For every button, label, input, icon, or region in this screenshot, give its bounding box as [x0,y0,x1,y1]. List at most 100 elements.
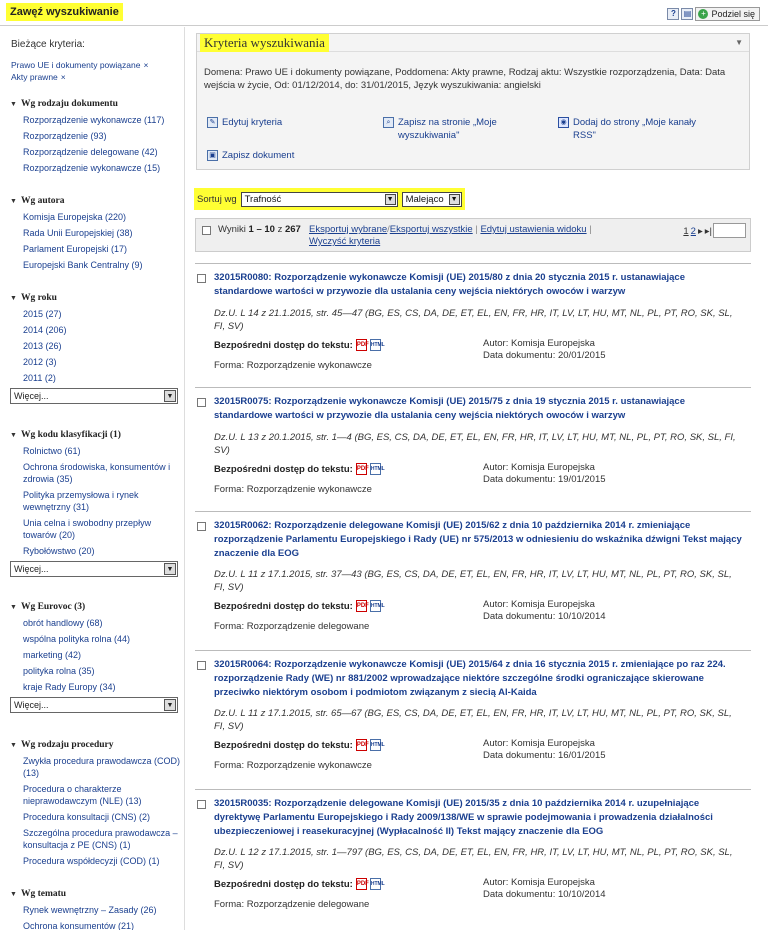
result-date: Data dokumentu: 19/01/2015 [483,474,606,485]
facet-item[interactable]: Rybołówstwo (20) [10,545,182,557]
facet-item[interactable]: marketing (42) [10,649,182,661]
direct-access: Bezpośredni dostęp do tekstu: PDF HTML [214,739,385,751]
page-link[interactable]: 2 [691,226,696,237]
facet-item[interactable]: Procedura konsultacji (CNS) (2) [10,811,182,823]
result-form: Forma: Rozporządzenie wykonawcze [214,484,372,495]
triangle-down-icon: ▼ [10,100,17,108]
facet-item[interactable]: Rolnictwo (61) [10,445,182,457]
remove-icon[interactable]: × [61,72,66,82]
facet-item[interactable]: Ochrona konsumentów (21) [10,920,182,930]
facet-header[interactable]: ▼ Wg rodzaju dokumentu [10,99,182,109]
triangle-down-icon: ▼ [10,431,17,439]
direct-access: Bezpośredni dostęp do tekstu: PDF HTML [214,600,385,612]
save-icon: ▣ [207,150,218,161]
result-title-link[interactable]: 32015R0035: Rozporządzenie delegowane Ko… [214,797,744,839]
facet-item[interactable]: Szczególna procedura prawodawcza – konsu… [10,827,182,851]
facet-item[interactable]: obrót handlowy (68) [10,617,182,629]
result-date: Data dokumentu: 10/10/2014 [483,611,606,622]
more-select[interactable]: Więcej... ▼ [10,697,178,713]
edit-criteria-link[interactable]: ✎ Edytuj kryteria [207,116,282,129]
result-checkbox[interactable] [197,398,206,407]
facet-item[interactable]: Rada Unii Europejskiej (38) [10,227,182,239]
facet-item[interactable]: 2014 (206) [10,324,182,336]
pdf-icon[interactable]: PDF [355,878,369,890]
pdf-icon[interactable]: PDF [355,739,369,751]
current-criterion-domain[interactable]: Prawo UE i dokumenty powiązane [11,60,140,70]
page-number-input[interactable] [713,223,746,238]
pdf-icon[interactable]: PDF [355,463,369,475]
facet-item[interactable]: Komisja Europejska (220) [10,211,182,223]
add-rss-link[interactable]: ◉ Dodaj do strony „Moje kanały RSS" [558,116,718,142]
facet-item[interactable]: Procedura o charakterze nieprawodawczym … [10,783,182,807]
more-select[interactable]: Więcej... ▼ [10,561,178,577]
facet-header[interactable]: ▼ Wg tematu [10,889,182,899]
select-all-checkbox[interactable] [202,226,211,235]
edit-view-settings-link[interactable]: Edytuj ustawienia widoku [480,224,586,235]
facet-item[interactable]: Polityka przemysłowa i rynek wewnętrzny … [10,489,182,513]
facet-item[interactable]: Rozporządzenie (93) [10,130,182,142]
result-checkbox[interactable] [197,274,206,283]
result-checkbox[interactable] [197,661,206,670]
facet-item[interactable]: 2012 (3) [10,356,182,368]
print-icon[interactable]: ▤ [681,8,694,20]
pdf-icon[interactable]: PDF [355,339,369,351]
html-icon[interactable]: HTML [369,463,385,475]
result-meta: Autor: Komisja Europejska Data dokumentu… [483,462,606,486]
help-icon[interactable]: ? [667,8,680,20]
facet-item[interactable]: Rozporządzenie wykonawcze (15) [10,162,182,174]
facet-item[interactable]: Ochrona środowiska, konsumentów i zdrowi… [10,461,182,485]
results-toolbar: Wyniki 1 – 10 z 267 Eksportuj wybrane/Ek… [195,218,751,252]
result-title-link[interactable]: 32015R0075: Rozporządzenie wykonawcze Ko… [214,395,744,423]
save-search-link[interactable]: ⌕ Zapisz na stronie „Moje wyszukiwania" [383,116,523,142]
pdf-icon[interactable]: PDF [355,600,369,612]
result-checkbox[interactable] [197,800,206,809]
result-title-link[interactable]: 32015R0062: Rozporządzenie delegowane Ko… [214,519,744,561]
facet-item[interactable]: wspólna polityka rolna (44) [10,633,182,645]
facet-item[interactable]: 2013 (26) [10,340,182,352]
sort-order-select[interactable]: Malejąco ▼ [401,191,462,207]
facet-item[interactable]: Europejski Bank Centralny (9) [10,259,182,271]
html-icon[interactable]: HTML [369,878,385,890]
sort-field-select[interactable]: Trafność ▼ [240,191,398,207]
facet-header[interactable]: ▼ Wg rodzaju procedury [10,740,182,750]
collapse-icon[interactable]: ▼ [735,38,743,47]
facet-author: ▼ Wg autora Komisja Europejska (220) Rada… [10,196,182,275]
facet-item[interactable]: Unia celna i swobodny przepływ towarów (… [10,517,182,541]
page-current[interactable]: 1 [683,226,688,237]
facet-item[interactable]: polityka rolna (35) [10,665,182,677]
facet-header[interactable]: ▼ Wg autora [10,196,182,206]
result-form: Forma: Rozporządzenie delegowane [214,899,370,910]
export-all-link[interactable]: Eksportuj wszystkie [390,224,473,235]
export-selected-link[interactable]: Eksportuj wybrane [309,224,387,235]
facet-item[interactable]: 2011 (2) [10,372,182,384]
remove-icon[interactable]: × [143,60,148,70]
share-button[interactable]: + Podziel się [695,7,760,21]
facet-item[interactable]: Procedura współdecyzji (COD) (1) [10,855,182,867]
current-criterion-subdomain[interactable]: Akty prawne [11,72,58,82]
html-icon[interactable]: HTML [369,339,385,351]
save-document-link[interactable]: ▣ Zapisz dokument [207,149,294,162]
direct-access: Bezpośredni dostęp do tekstu: PDF HTML [214,463,385,475]
html-icon[interactable]: HTML [369,739,385,751]
facet-item[interactable]: Rozporządzenie wykonawcze (117) [10,114,182,126]
facet-header[interactable]: ▼ Wg kodu klasyfikacji (1) [10,430,182,440]
html-icon[interactable]: HTML [369,600,385,612]
facet-item[interactable]: Rozporządzenie delegowane (42) [10,146,182,158]
facet-header[interactable]: ▼ Wg Eurovoc (3) [10,602,182,612]
result-checkbox[interactable] [197,522,206,531]
facet-item[interactable]: Rynek wewnętrzny – Zasady (26) [10,904,182,916]
next-page-icon[interactable]: ▸ [698,226,703,237]
facet-item[interactable]: 2015 (27) [10,308,182,320]
facet-item[interactable]: kraje Rady Europy (34) [10,681,182,693]
result-title-link[interactable]: 32015R0080: Rozporządzenie wykonawcze Ko… [214,271,744,299]
facet-header[interactable]: ▼ Wg roku [10,293,182,303]
last-page-icon[interactable]: ▸| [705,226,712,237]
facet-item[interactable]: Zwykła procedura prawodawcza (COD) (13) [10,755,182,779]
facet-item[interactable]: Parlament Europejski (17) [10,243,182,255]
share-icon: + [698,9,709,19]
rss-icon: ◉ [558,117,569,128]
result-title-link[interactable]: 32015R0064: Rozporządzenie wykonawcze Ko… [214,658,744,700]
clear-criteria-link[interactable]: Wyczyść kryteria [309,236,380,247]
result-author: Autor: Komisja Europejska [483,338,595,349]
more-select[interactable]: Więcej... ▼ [10,388,178,404]
